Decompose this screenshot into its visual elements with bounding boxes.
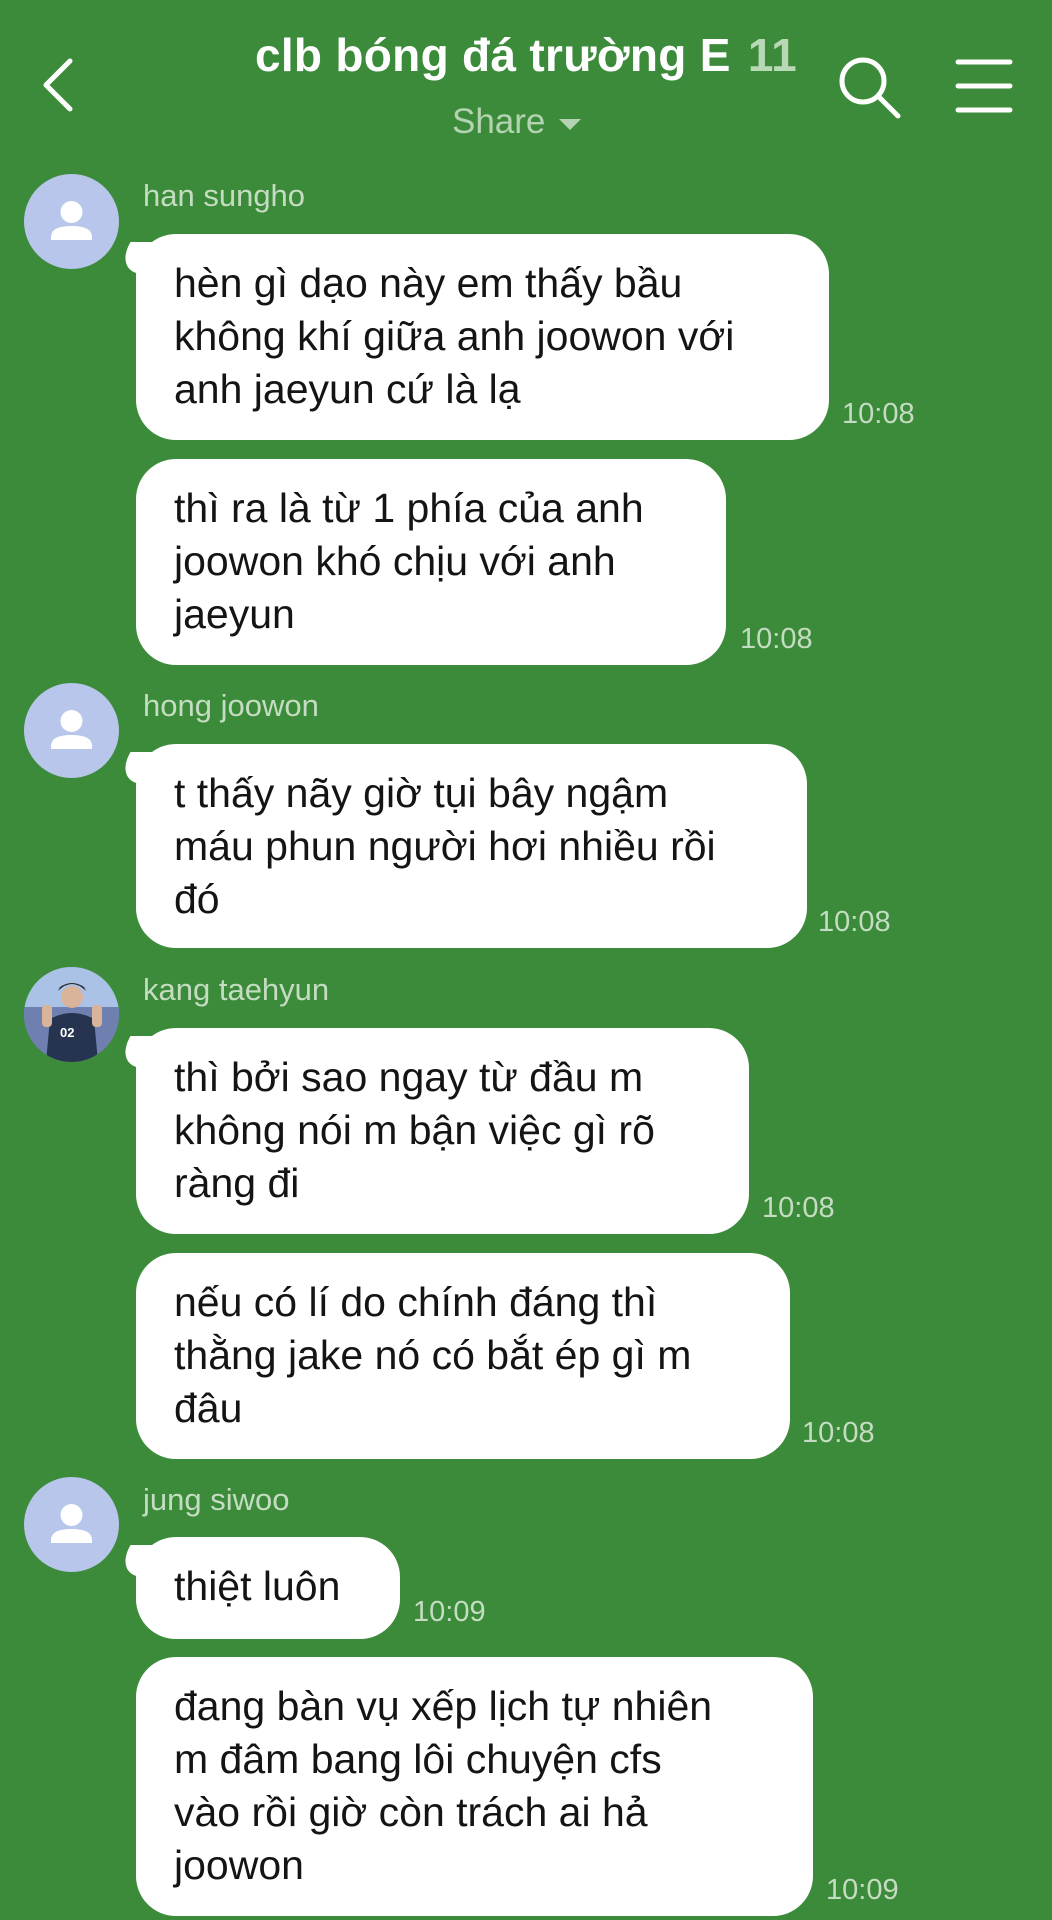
menu-icon: [955, 59, 1013, 113]
message-time: 10:09: [413, 1596, 486, 1628]
search-button[interactable]: [836, 54, 904, 122]
search-icon: [839, 57, 901, 119]
message-bubble[interactable]: thì ra là từ 1 phía của anh joowon khó c…: [136, 459, 726, 665]
chat-header: clb bóng đá trường E 11 Share: [0, 0, 1052, 160]
default-user-icon: [51, 710, 92, 749]
message-bubble[interactable]: thiệt luôn: [136, 1537, 400, 1639]
message-bubble[interactable]: t thấy nãy giờ tụi bây ngậm máu phun ngư…: [136, 744, 807, 948]
avatar-han-sungho[interactable]: [24, 174, 119, 269]
avatar-jung-siwoo[interactable]: [24, 1477, 119, 1572]
avatar-hong-joowon[interactable]: [24, 683, 119, 778]
message-time: 10:08: [740, 623, 813, 655]
share-label: Share: [452, 102, 546, 141]
message-time: 10:09: [826, 1874, 899, 1906]
chat-title: clb bóng đá trường E: [254, 29, 731, 81]
default-user-icon: [51, 201, 92, 240]
caret-down-icon: [559, 118, 582, 130]
profile-photo-icon: 02: [24, 967, 119, 1062]
message-time: 10:08: [762, 1192, 835, 1224]
menu-button[interactable]: [955, 57, 1013, 115]
member-count: 11: [747, 29, 798, 81]
sender-name: jung siwoo: [143, 1482, 290, 1517]
message-time: 10:08: [818, 906, 891, 938]
share-dropdown[interactable]: Share: [452, 102, 582, 142]
sender-name: kang taehyun: [143, 972, 330, 1007]
message-bubble[interactable]: hèn gì dạo này em thấy bầu không khí giữ…: [136, 234, 829, 440]
sender-name: hong joowon: [143, 688, 319, 723]
message-bubble[interactable]: nếu có lí do chính đáng thì thằng jake n…: [136, 1253, 790, 1459]
message-time: 10:08: [842, 398, 915, 430]
sender-name: han sungho: [143, 178, 306, 213]
message-bubble[interactable]: đang bàn vụ xếp lịch tự nhiên m đâm bang…: [136, 1657, 813, 1916]
svg-text:02: 02: [60, 1025, 74, 1040]
message-time: 10:08: [802, 1417, 875, 1449]
message-bubble[interactable]: thì bởi sao ngay từ đầu m không nói m bậ…: [136, 1028, 749, 1234]
avatar-kang-taehyun[interactable]: 02: [24, 967, 119, 1062]
default-user-icon: [51, 1504, 92, 1543]
